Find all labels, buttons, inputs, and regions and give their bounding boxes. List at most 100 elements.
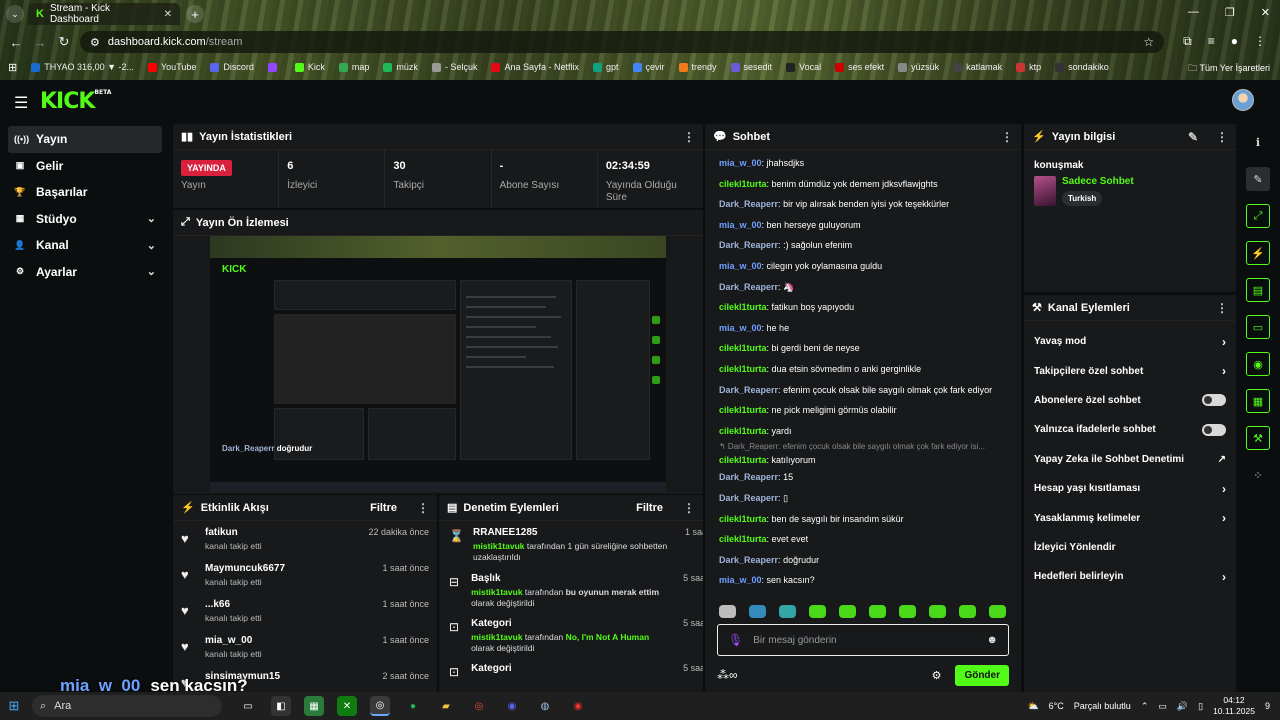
forward-icon[interactable]: → <box>28 35 52 50</box>
apps-grid-icon[interactable]: ⊞ <box>8 61 17 74</box>
emote-icon[interactable] <box>749 605 766 618</box>
close-tab-icon[interactable]: ✕ <box>164 9 172 20</box>
chat-username[interactable]: Dark_Reaperr <box>719 282 778 292</box>
activity-user[interactable]: Maymuncuk6677 <box>205 563 285 574</box>
media-icon[interactable]: ≡ <box>1208 34 1215 49</box>
bookmark-item[interactable] <box>267 62 281 72</box>
site-info-icon[interactable]: ⚙ <box>90 36 100 49</box>
activity-user[interactable]: ...k66 <box>205 599 262 610</box>
mic-icon[interactable]: 🎙 <box>728 633 743 647</box>
emote-icon[interactable] <box>809 605 826 618</box>
edit-panel-icon[interactable]: ✎ <box>1246 167 1270 191</box>
clock[interactable]: 04:12 10.11.2025 <box>1213 695 1255 717</box>
activity-user[interactable]: mia_w_00 <box>205 635 262 646</box>
activity-user[interactable]: fatikun <box>205 527 262 538</box>
chat-username[interactable]: mia_w_00 <box>719 261 762 271</box>
sidebar-item-5[interactable]: ⚙ Ayarlar ⌄ <box>8 259 162 286</box>
chrome-icon[interactable]: ◎ <box>370 696 390 716</box>
recorder-icon[interactable]: ◉ <box>568 696 588 716</box>
more-options-icon[interactable]: ⋮ <box>683 130 695 144</box>
chat-username[interactable]: cilekl1turta <box>719 534 767 544</box>
bookmark-item[interactable]: sondakiko <box>1055 62 1109 72</box>
activity-filter-button[interactable]: Filtre <box>370 502 397 514</box>
browser-tab[interactable]: K Stream - Kick Dashboard ✕ <box>28 3 180 25</box>
back-icon[interactable]: ← <box>4 35 28 50</box>
close-window-icon[interactable]: ✕ <box>1261 6 1270 19</box>
channel-action-item[interactable]: Abonelere özel sohbet <box>1024 386 1236 415</box>
moderation-actor[interactable]: mistik1tavuk <box>471 587 523 597</box>
chat-username[interactable]: cilekl1turta <box>719 364 767 374</box>
chat-username[interactable]: Dark_Reaperr <box>719 472 778 482</box>
stream-preview-video[interactable]: KICK Dark_Reaperr doğrudur <box>210 236 666 492</box>
app-icon[interactable]: ◧ <box>271 696 291 716</box>
chat-username[interactable]: Dark_Reaperr <box>719 385 778 395</box>
chat-username[interactable]: cilekl1turta <box>719 179 767 189</box>
chat-settings-icon[interactable]: ⚙ <box>932 669 942 682</box>
store-icon[interactable]: ▦ <box>304 696 324 716</box>
emote-icon[interactable] <box>779 605 796 618</box>
channel-action-item[interactable]: Takipçilere özel sohbet › <box>1024 356 1236 385</box>
emote-icon[interactable] <box>959 605 976 618</box>
info-icon[interactable]: ℹ <box>1246 130 1270 154</box>
chat-messages[interactable]: mia_w_00: jhahsdjks cilekl1turta: benim d… <box>705 150 1021 594</box>
moderation-filter-button[interactable]: Filtre <box>636 502 663 514</box>
address-bar[interactable]: ⚙ dashboard.kick.com/stream ☆ <box>80 31 1164 53</box>
emote-icon[interactable] <box>839 605 856 618</box>
moderation-target[interactable]: Kategori <box>471 663 671 674</box>
bookmark-item[interactable]: ses efekt <box>835 62 884 72</box>
bookmark-star-icon[interactable]: ☆ <box>1143 35 1154 49</box>
weather-temp[interactable]: 6°C <box>1049 701 1064 711</box>
moderation-target[interactable]: Kategori <box>471 618 671 629</box>
reload-icon[interactable]: ↻ <box>52 34 76 50</box>
chat-username[interactable]: Dark_Reaperr <box>719 493 778 503</box>
channel-action-item[interactable]: Hedefleri belirleyin › <box>1024 562 1236 591</box>
spotify-icon[interactable]: ● <box>403 696 423 716</box>
moderation-more-icon[interactable]: ⋮ <box>683 501 695 515</box>
category-thumbnail[interactable] <box>1034 176 1056 206</box>
chat-input[interactable]: 🎙 Bir mesaj gönderin ☻ <box>717 624 1009 656</box>
tab-search-button[interactable]: ⌄ <box>6 5 24 23</box>
steam-icon[interactable]: ◍ <box>535 696 555 716</box>
wrench-panel-icon[interactable]: ⚒ <box>1246 426 1270 450</box>
channel-action-item[interactable]: Yalnızca ifadelerle sohbet <box>1024 415 1236 444</box>
chat-username[interactable]: mia_w_00 <box>719 323 762 333</box>
bookmark-item[interactable]: - Selçuk <box>431 62 477 72</box>
channel-actions-more-icon[interactable]: ⋮ <box>1216 301 1228 315</box>
emote-icon[interactable] <box>989 605 1006 618</box>
notification-badge[interactable]: 9 <box>1265 701 1270 711</box>
chat-username[interactable]: cilekl1turta <box>719 405 767 415</box>
moderation-target[interactable]: RRANEE1285 <box>473 527 673 538</box>
channel-action-item[interactable]: İzleyici Yönlendir <box>1024 533 1236 562</box>
file-explorer-icon[interactable]: ▰ <box>436 696 456 716</box>
profile-icon[interactable]: ● <box>1231 34 1238 49</box>
chat-username[interactable]: mia_w_00 <box>719 158 762 168</box>
emote-icon[interactable] <box>899 605 916 618</box>
sidebar-item-4[interactable]: 👤 Kanal ⌄ <box>8 232 162 259</box>
list-panel-icon[interactable]: ▤ <box>1246 278 1270 302</box>
chat-username[interactable]: cilekl1turta <box>719 426 767 436</box>
all-bookmarks[interactable]: 🗀 Tüm Yer İşaretleri <box>1188 61 1270 77</box>
expand-panel-icon[interactable]: ⤢ <box>1246 204 1270 228</box>
sidebar-item-1[interactable]: ▣ Gelir <box>8 153 162 180</box>
apps-panel-icon[interactable]: ⁘ <box>1246 463 1270 487</box>
bolt-panel-icon[interactable]: ⚡ <box>1246 241 1270 265</box>
volume-icon[interactable]: 🔊 <box>1177 701 1188 712</box>
emote-icon[interactable] <box>929 605 946 618</box>
moderation-actor[interactable]: mistik1tavuk <box>473 541 525 551</box>
maximize-icon[interactable]: ❐ <box>1225 6 1235 19</box>
chat-username[interactable]: mia_w_00 <box>719 575 762 585</box>
minimize-icon[interactable]: — <box>1188 6 1199 19</box>
kick-logo[interactable]: KICKBETA <box>40 89 111 114</box>
bookmark-item[interactable]: map <box>338 62 369 72</box>
chat-username[interactable]: cilekl1turta <box>719 343 767 353</box>
chat-username[interactable]: Dark_Reaperr <box>719 199 778 209</box>
bookmark-item[interactable]: Discord <box>210 62 254 72</box>
bookmark-item[interactable]: katlamak <box>953 62 1002 72</box>
sidebar-item-2[interactable]: 🏆 Başarılar <box>8 179 162 206</box>
xbox-icon[interactable]: ✕ <box>337 696 357 716</box>
toggle-switch[interactable] <box>1202 394 1226 407</box>
extensions-icon[interactable]: ⧉ <box>1183 34 1192 49</box>
chat-username[interactable]: cilekl1turta <box>719 455 767 465</box>
bookmark-item[interactable]: YouTube <box>148 62 196 72</box>
chat-username[interactable]: cilekl1turta <box>719 514 767 524</box>
